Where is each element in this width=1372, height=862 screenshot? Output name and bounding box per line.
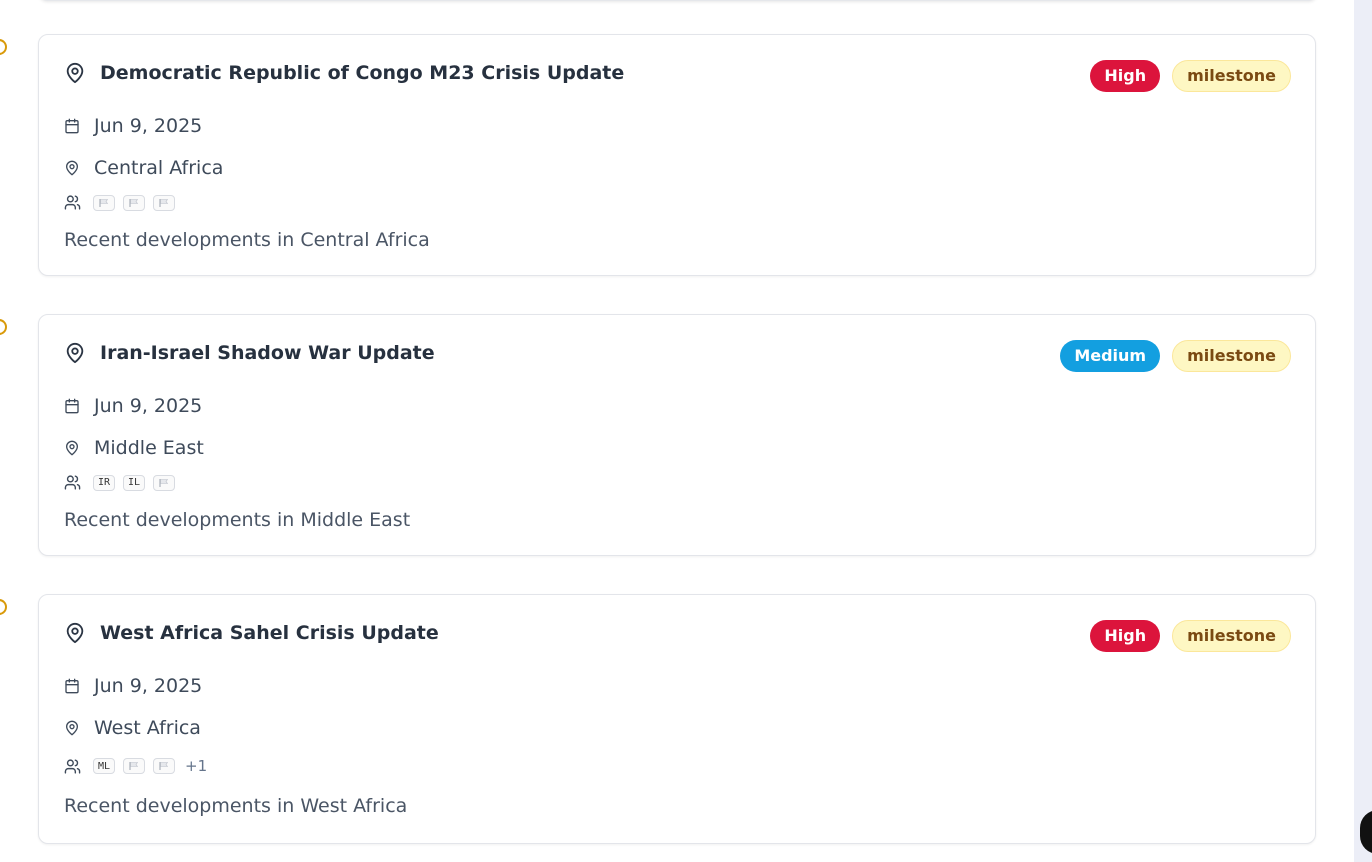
map-pin-icon xyxy=(64,62,86,84)
severity-badge: High xyxy=(1090,620,1161,652)
map-pin-icon xyxy=(64,160,80,176)
event-region: Central Africa xyxy=(94,157,224,179)
event-description: Recent developments in Central Africa xyxy=(64,229,430,251)
calendar-icon xyxy=(64,678,80,694)
flag-icon xyxy=(153,194,175,211)
calendar-icon xyxy=(64,118,80,134)
event-region: Middle East xyxy=(94,437,204,459)
event-date: Jun 9, 2025 xyxy=(94,115,203,137)
event-date: Jun 9, 2025 xyxy=(94,395,203,417)
event-region: West Africa xyxy=(94,717,201,739)
timeline-dot xyxy=(0,39,7,55)
severity-badge: Medium xyxy=(1060,340,1161,372)
flag-icon xyxy=(153,474,175,491)
users-icon xyxy=(64,194,81,211)
event-card[interactable]: Democratic Republic of Congo M23 Crisis … xyxy=(38,34,1316,276)
flag-icon xyxy=(123,758,145,774)
scrollbar[interactable] xyxy=(1354,0,1372,862)
event-title: Democratic Republic of Congo M23 Crisis … xyxy=(100,62,625,84)
map-pin-icon xyxy=(64,720,80,736)
more-actors-count: +1 xyxy=(185,757,208,775)
event-description: Recent developments in West Africa xyxy=(64,795,408,817)
timeline-dot xyxy=(0,599,7,615)
event-title: Iran-Israel Shadow War Update xyxy=(100,342,435,364)
event-description: Recent developments in Middle East xyxy=(64,509,411,531)
map-pin-icon xyxy=(64,622,86,644)
users-icon xyxy=(64,474,81,491)
flag-icon xyxy=(93,194,115,211)
country-code-chip: IR xyxy=(93,474,115,491)
map-pin-icon xyxy=(64,440,80,456)
event-date: Jun 9, 2025 xyxy=(94,675,203,697)
timeline-dot xyxy=(0,319,7,335)
flag-icon xyxy=(153,758,175,774)
calendar-icon xyxy=(64,398,80,414)
event-type-badge: milestone xyxy=(1172,340,1291,372)
event-card[interactable]: West Africa Sahel Crisis Update High mil… xyxy=(38,594,1316,844)
users-icon xyxy=(64,758,81,775)
country-code-chip: IL xyxy=(123,474,145,491)
map-pin-icon xyxy=(64,342,86,364)
flag-icon xyxy=(123,194,145,211)
event-card[interactable]: Iran-Israel Shadow War Update Medium mil… xyxy=(38,314,1316,556)
event-type-badge: milestone xyxy=(1172,620,1291,652)
event-title: West Africa Sahel Crisis Update xyxy=(100,622,439,644)
severity-badge: High xyxy=(1090,60,1161,92)
country-code-chip: ML xyxy=(93,758,115,774)
event-type-badge: milestone xyxy=(1172,60,1291,92)
previous-event-card xyxy=(38,0,1318,1)
